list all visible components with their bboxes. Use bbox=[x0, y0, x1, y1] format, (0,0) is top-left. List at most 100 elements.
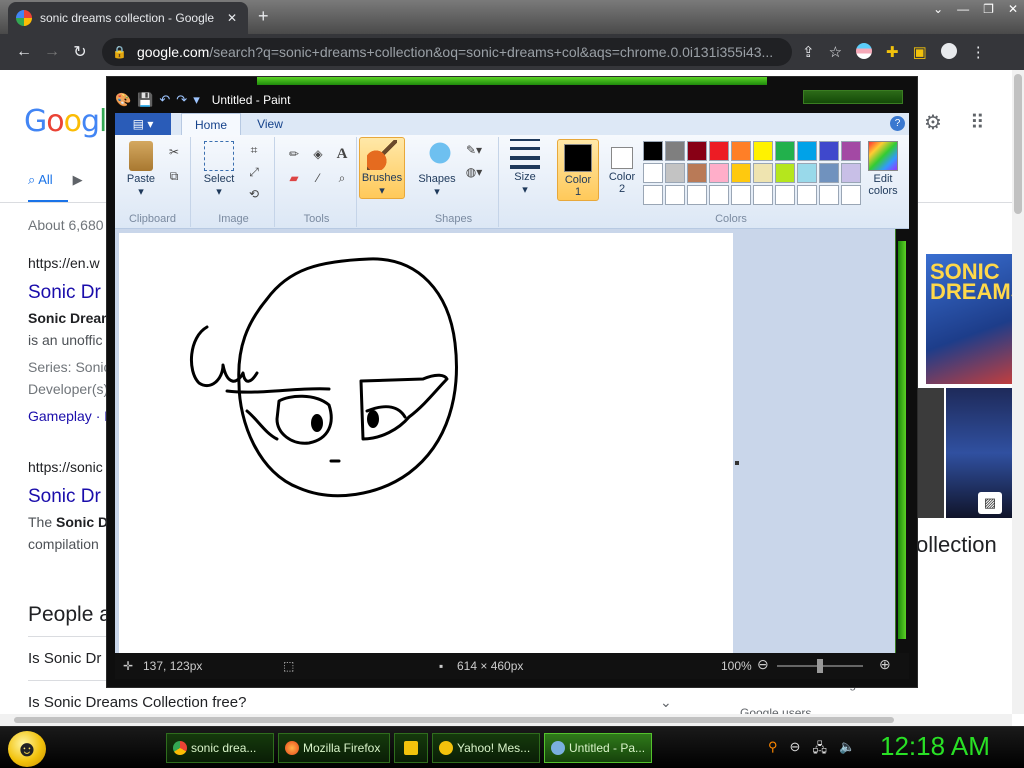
redo-icon[interactable]: ↷ bbox=[176, 92, 187, 108]
result-title[interactable]: Sonic Dr bbox=[28, 282, 101, 304]
volume-icon[interactable]: 🔈 bbox=[839, 739, 855, 761]
help-icon[interactable]: ? bbox=[890, 116, 905, 131]
undo-icon[interactable]: ↶ bbox=[159, 92, 170, 108]
select-button[interactable]: Select ▾ bbox=[197, 139, 241, 203]
palette-swatch[interactable] bbox=[841, 141, 861, 161]
share-icon[interactable]: ⇪ bbox=[802, 43, 815, 61]
reload-icon[interactable]: ↻ bbox=[66, 42, 94, 62]
scrollbar-thumb[interactable] bbox=[898, 241, 906, 639]
page-vertical-scrollbar[interactable] bbox=[1012, 70, 1024, 714]
search-icon[interactable]: ⚲ bbox=[768, 739, 778, 761]
size-button[interactable]: Size ▾ bbox=[503, 137, 547, 201]
tab-all[interactable]: ⌕ All bbox=[28, 172, 53, 188]
paint-app-icon[interactable]: 🎨 bbox=[115, 92, 131, 108]
page-horizontal-scrollbar[interactable] bbox=[0, 714, 1012, 726]
eraser-icon[interactable]: ▰ bbox=[285, 169, 303, 187]
result-title[interactable]: Sonic Dr bbox=[28, 486, 101, 508]
palette-swatch[interactable] bbox=[797, 163, 817, 183]
restore-icon[interactable]: ❐ bbox=[983, 2, 994, 16]
clock[interactable]: 12:18 AM bbox=[880, 731, 990, 762]
taskbar-item-paint[interactable]: Untitled - Pa... bbox=[544, 733, 652, 763]
palette-swatch[interactable] bbox=[643, 141, 663, 161]
scrollbar-thumb[interactable] bbox=[1014, 74, 1022, 214]
close-window-icon[interactable]: ✕ bbox=[1008, 2, 1018, 16]
google-logo[interactable]: Googl bbox=[24, 104, 107, 139]
start-button[interactable]: ☻ bbox=[8, 731, 46, 767]
paste-button[interactable]: Paste ▾ bbox=[121, 139, 161, 203]
new-tab-button[interactable]: + bbox=[258, 6, 269, 27]
palette-swatch[interactable] bbox=[731, 163, 751, 183]
palette-swatch[interactable] bbox=[731, 141, 751, 161]
shapes-button[interactable]: Shapes ▾ bbox=[415, 139, 459, 203]
zoom-in-icon[interactable]: ⊕ bbox=[879, 656, 891, 673]
google-apps-icon[interactable]: ⠿ bbox=[970, 110, 985, 135]
magnifier-icon[interactable]: ⌕ bbox=[333, 169, 351, 187]
taskbar-item-explorer[interactable] bbox=[394, 733, 428, 763]
chevron-down-icon[interactable]: ⌄ bbox=[660, 694, 672, 711]
palette-swatch[interactable] bbox=[753, 185, 773, 205]
palette-swatch[interactable] bbox=[665, 185, 685, 205]
palette-swatch[interactable] bbox=[775, 163, 795, 183]
zoom-out-icon[interactable]: ⊖ bbox=[757, 656, 769, 673]
scrollbar-thumb[interactable] bbox=[14, 717, 894, 723]
palette-swatch[interactable] bbox=[753, 141, 773, 161]
palette-swatch[interactable] bbox=[687, 185, 707, 205]
browser-tab[interactable]: sonic dreams collection - Google ✕ bbox=[8, 2, 248, 34]
question-item[interactable]: Is Sonic Dr bbox=[28, 650, 101, 667]
edit-colors-button[interactable]: Edit colors bbox=[861, 139, 905, 203]
brushes-button[interactable]: Brushes ▾ bbox=[359, 137, 405, 199]
network-icon[interactable]: 🖧 bbox=[812, 739, 827, 761]
palette-swatch[interactable] bbox=[775, 141, 795, 161]
zoom-slider-thumb[interactable] bbox=[817, 659, 823, 673]
bookmark-star-icon[interactable]: ☆ bbox=[829, 43, 842, 61]
forward-icon[interactable]: → bbox=[38, 43, 66, 61]
text-tool-icon[interactable]: A bbox=[333, 145, 351, 163]
palette-swatch[interactable] bbox=[709, 141, 729, 161]
palette-swatch[interactable] bbox=[819, 185, 839, 205]
taskbar-item-chrome[interactable]: sonic drea... bbox=[166, 733, 274, 763]
pencil-icon[interactable]: ✏ bbox=[285, 145, 303, 163]
back-icon[interactable]: ← bbox=[10, 43, 38, 61]
result-url[interactable]: https://en.w bbox=[28, 255, 100, 271]
knowledge-panel-image[interactable] bbox=[918, 388, 944, 518]
canvas-vertical-scrollbar[interactable] bbox=[895, 229, 909, 653]
taskbar-item-yahoo-messenger[interactable]: Yahoo! Mes... bbox=[432, 733, 540, 763]
sidebar-icon[interactable]: ▣ bbox=[913, 43, 927, 61]
result-sitelinks[interactable]: Gameplay · D bbox=[28, 408, 114, 424]
fill-icon[interactable]: ◍▾ bbox=[465, 163, 483, 181]
palette-swatch[interactable] bbox=[775, 185, 795, 205]
chrome-menu-icon[interactable]: ⋮ bbox=[971, 43, 986, 61]
rotate-icon[interactable]: ⟲ bbox=[245, 185, 263, 203]
cut-icon[interactable]: ✂ bbox=[165, 143, 183, 161]
palette-swatch[interactable] bbox=[841, 185, 861, 205]
settings-gear-icon[interactable]: ⚙ bbox=[924, 110, 942, 135]
address-bar[interactable]: 🔒 google.com /search?q=sonic+dreams+coll… bbox=[102, 38, 792, 66]
palette-swatch[interactable] bbox=[687, 163, 707, 183]
result-url[interactable]: https://sonic bbox=[28, 459, 103, 475]
outline-icon[interactable]: ✎▾ bbox=[465, 141, 483, 159]
dash-icon[interactable]: ⊖ bbox=[790, 739, 801, 761]
palette-swatch[interactable] bbox=[709, 185, 729, 205]
palette-swatch[interactable] bbox=[819, 141, 839, 161]
close-tab-icon[interactable]: ✕ bbox=[224, 11, 240, 25]
palette-swatch[interactable] bbox=[665, 141, 685, 161]
palette-swatch[interactable] bbox=[753, 163, 773, 183]
color2-button[interactable]: Color 2 bbox=[601, 139, 643, 203]
paint-window-controls[interactable] bbox=[803, 90, 903, 104]
extension-flag-icon[interactable] bbox=[856, 43, 873, 59]
palette-swatch[interactable] bbox=[643, 163, 663, 183]
tab-videos-icon[interactable]: ▶ bbox=[73, 172, 83, 188]
palette-swatch[interactable] bbox=[731, 185, 751, 205]
palette-swatch[interactable] bbox=[709, 163, 729, 183]
color-picker-icon[interactable]: ⁄ bbox=[309, 169, 327, 187]
palette-swatch[interactable] bbox=[797, 185, 817, 205]
profile-avatar-icon[interactable] bbox=[940, 43, 957, 59]
color1-button[interactable]: Color 1 bbox=[557, 139, 599, 201]
extensions-puzzle-icon[interactable]: ✚ bbox=[886, 43, 899, 61]
knowledge-panel-image[interactable]: SONIC DREAMS bbox=[926, 254, 1012, 384]
palette-swatch[interactable] bbox=[797, 141, 817, 161]
fill-bucket-icon[interactable]: ◈ bbox=[309, 145, 327, 163]
tab-home[interactable]: Home bbox=[181, 113, 241, 135]
palette-swatch[interactable] bbox=[687, 141, 707, 161]
image-gallery-icon[interactable]: ▨ bbox=[978, 492, 1002, 514]
